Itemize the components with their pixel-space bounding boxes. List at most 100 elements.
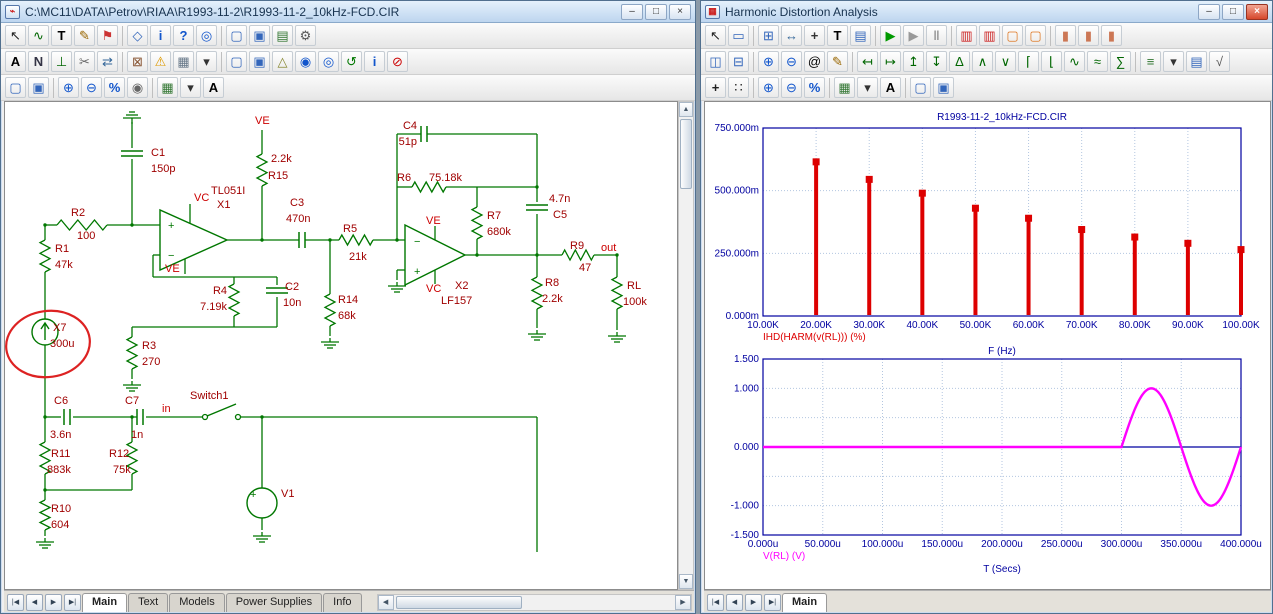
maximize-button[interactable]: □ — [1222, 4, 1244, 20]
copy-box-icon[interactable]: ▢ — [226, 51, 247, 72]
tag-top-icon[interactable]: ↥ — [903, 51, 924, 72]
grid-dropdown-icon[interactable]: ▾ — [857, 77, 878, 98]
vertical-scrollbar[interactable]: ▲ ▼ — [678, 101, 694, 590]
zoom-window-icon[interactable]: ▭ — [728, 25, 749, 46]
text-mode-icon[interactable]: T — [51, 25, 72, 46]
edit-waveform-icon[interactable]: ✎ — [827, 51, 848, 72]
schematic-canvas[interactable]: +−+−+C1150pR2100R147kTL051IX12.2kR15C347… — [4, 101, 678, 590]
close-button[interactable]: × — [669, 4, 691, 20]
close-button[interactable]: × — [1246, 4, 1268, 20]
cursor-mode-icon[interactable]: + — [804, 25, 825, 46]
harmonics-chart-icon[interactable]: ▥ — [979, 25, 1000, 46]
layers-dropdown-icon[interactable]: ▾ — [1163, 51, 1184, 72]
schematic-titlebar[interactable]: ⌁ C:\MC11\DATA\Petrov\RIAA\R1993-11-2\R1… — [1, 1, 695, 23]
fft-chart-icon[interactable]: ▥ — [956, 25, 977, 46]
harmonic-stem-marker[interactable] — [1025, 215, 1032, 222]
component-R7[interactable] — [472, 207, 482, 239]
cut-tool-icon[interactable]: ✂ — [74, 51, 95, 72]
harmonic-stem-marker[interactable] — [1184, 240, 1191, 247]
grid-mode-icon[interactable]: ▦ — [157, 77, 178, 98]
scroll-left-button[interactable]: ◀ — [378, 595, 394, 610]
grid-dropdown-icon[interactable]: ▾ — [196, 51, 217, 72]
tag-high-icon[interactable]: ⌈ — [1018, 51, 1039, 72]
select-tool-icon[interactable]: ↖ — [5, 25, 26, 46]
goto-x-icon[interactable]: @ — [804, 51, 825, 72]
select-tool-icon[interactable]: ↖ — [705, 25, 726, 46]
wire-mode-icon[interactable]: ∿ — [28, 25, 49, 46]
next-page-button[interactable]: ▶ — [745, 594, 762, 611]
next-page-button[interactable]: ▶ — [45, 594, 62, 611]
copy-page-icon[interactable]: ▢ — [910, 77, 931, 98]
analysis-titlebar[interactable]: ▦ Harmonic Distortion Analysis –□× — [701, 1, 1272, 23]
smoothing-icon[interactable]: ≈ — [1087, 51, 1108, 72]
minimize-button[interactable]: – — [621, 4, 643, 20]
tile-vertical-icon[interactable]: ◫ — [705, 51, 726, 72]
component-X1[interactable]: +− — [160, 210, 227, 270]
minimize-button[interactable]: – — [1198, 4, 1220, 20]
graphics-mode-icon[interactable]: ✎ — [74, 25, 95, 46]
component-R14[interactable] — [325, 294, 335, 326]
component-R10[interactable] — [40, 500, 50, 530]
zoom-in-icon[interactable]: ⊕ — [58, 77, 79, 98]
flag-mode-icon[interactable]: ⚑ — [97, 25, 118, 46]
node-numbers-icon[interactable]: N — [28, 51, 49, 72]
scroll-down-button[interactable]: ▼ — [679, 574, 693, 589]
grid-mode-icon[interactable]: ▦ — [834, 77, 855, 98]
info-point-icon[interactable]: i — [364, 51, 385, 72]
tag-valley-icon[interactable]: ∨ — [995, 51, 1016, 72]
shape-tool-icon[interactable]: △ — [272, 51, 293, 72]
component-Switch1[interactable] — [203, 404, 241, 420]
numeric-output-icon[interactable]: ▤ — [1186, 51, 1207, 72]
harmonic-stem-marker[interactable] — [813, 158, 820, 165]
analysis-plot-area[interactable]: R1993-11-2_10kHz-FCD.CIR750.000m500.000m… — [704, 101, 1271, 590]
tag-peak-icon[interactable]: ∧ — [972, 51, 993, 72]
component-V1[interactable]: + — [247, 488, 277, 518]
zoom-scale-icon[interactable]: % — [104, 77, 125, 98]
scrollbar-track[interactable] — [394, 595, 675, 610]
tab-text[interactable]: Text — [128, 593, 168, 612]
monitor-box-1-icon[interactable]: ▢ — [1002, 25, 1023, 46]
zoom-out-icon[interactable]: ⊖ — [81, 77, 102, 98]
zoom-out-icon[interactable]: ⊖ — [781, 51, 802, 72]
horizontal-scrollbar[interactable]: ◀▶ — [377, 594, 692, 611]
data-points-icon[interactable]: ∷ — [728, 77, 749, 98]
monitor-box-2-icon[interactable]: ▢ — [1025, 25, 1046, 46]
tab-info[interactable]: Info — [323, 593, 361, 612]
help-mode-icon[interactable]: ? — [173, 25, 194, 46]
text-style-icon[interactable]: A — [880, 77, 901, 98]
harmonic-stem-marker[interactable] — [1238, 246, 1245, 253]
new-page-icon[interactable]: ▢ — [226, 25, 247, 46]
tag-low-icon[interactable]: ⌊ — [1041, 51, 1062, 72]
panel-view-1-icon[interactable]: ▮ — [1055, 25, 1076, 46]
prev-page-button[interactable]: ◀ — [26, 594, 43, 611]
first-page-button[interactable]: |◀ — [707, 594, 724, 611]
tag-bottom-icon[interactable]: ↧ — [926, 51, 947, 72]
swap-nodes-icon[interactable]: ⇄ — [97, 51, 118, 72]
harmonic-stem-marker[interactable] — [1131, 234, 1138, 241]
copy-page-icon[interactable]: ▢ — [5, 77, 26, 98]
grid-mode-dropdown-icon[interactable]: ▾ — [180, 77, 201, 98]
tag-left-icon[interactable]: ↤ — [857, 51, 878, 72]
last-page-button[interactable]: ▶| — [764, 594, 781, 611]
cleanup-tool-icon[interactable]: ⊠ — [127, 51, 148, 72]
component-C4[interactable] — [421, 126, 427, 142]
last-page-button[interactable]: ▶| — [64, 594, 81, 611]
scrollbar-thumb[interactable] — [396, 596, 523, 609]
options-gear-icon[interactable]: ⚙ — [295, 25, 316, 46]
maximize-button[interactable]: □ — [645, 4, 667, 20]
refresh-tool-icon[interactable]: ↺ — [341, 51, 362, 72]
component-R5[interactable] — [339, 235, 373, 245]
chart-page-icon[interactable]: ▤ — [272, 25, 293, 46]
statistics-icon[interactable]: ∑ — [1110, 51, 1131, 72]
find-tool-icon[interactable]: ◉ — [295, 51, 316, 72]
properties-icon[interactable]: ▤ — [850, 25, 871, 46]
pan-mode-icon[interactable]: ↔ — [781, 25, 802, 46]
paste-page-icon[interactable]: ▣ — [933, 77, 954, 98]
check-warning-icon[interactable]: ⚠ — [150, 51, 171, 72]
scroll-up-button[interactable]: ▲ — [679, 102, 693, 117]
harmonic-stem-marker[interactable] — [1078, 226, 1085, 233]
component-R4[interactable] — [229, 284, 239, 316]
open-page-icon[interactable]: ▣ — [249, 25, 270, 46]
step-button-icon[interactable]: ▶ — [903, 25, 924, 46]
harmonic-stem-marker[interactable] — [866, 176, 873, 183]
